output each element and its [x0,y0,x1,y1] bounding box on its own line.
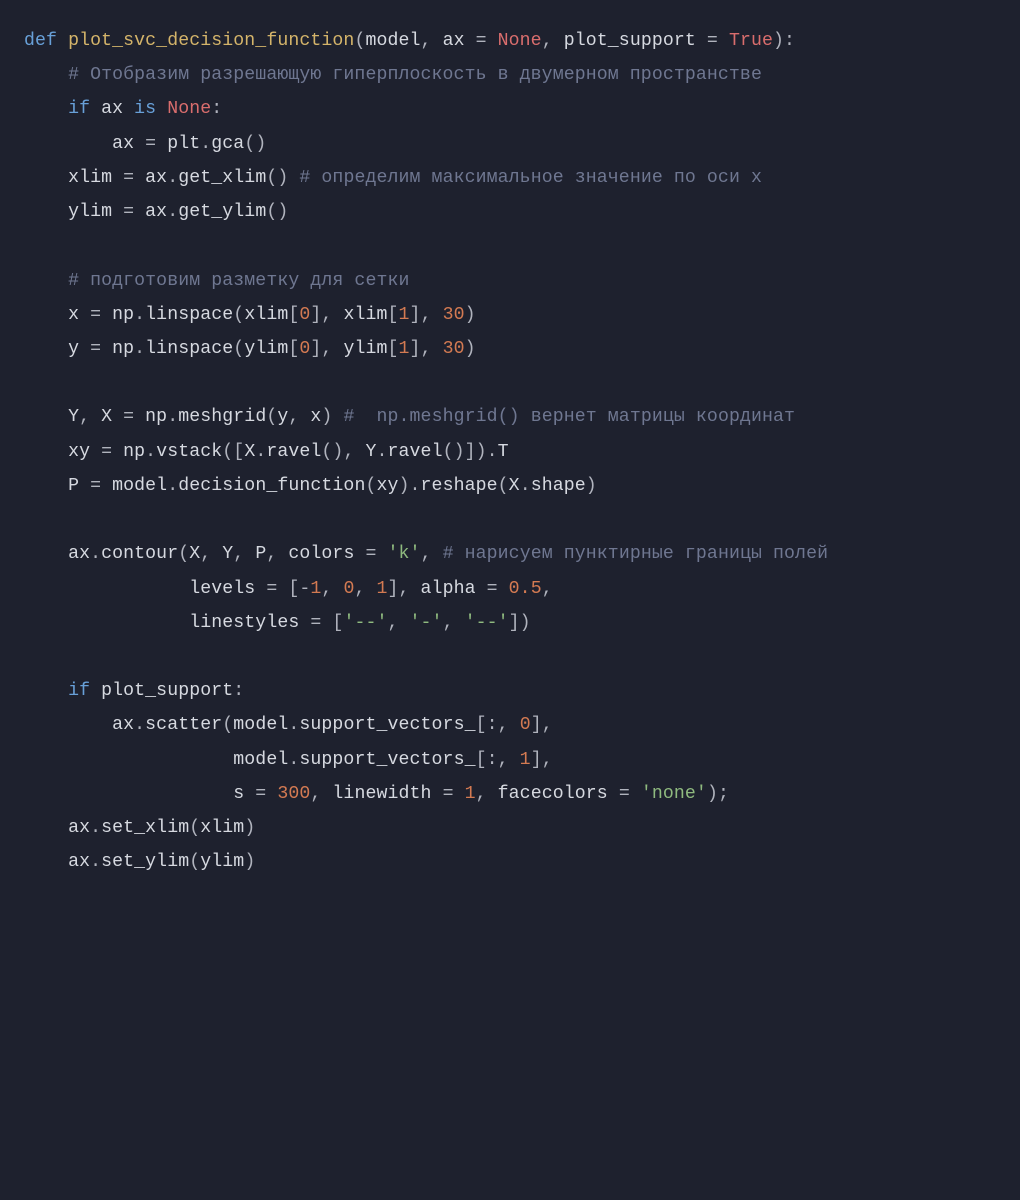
call-set-xlim: set_xlim [101,818,189,838]
call-contour: contour [101,544,178,564]
comment: # Отобразим разрешающую гиперплоскость в… [68,65,762,85]
call-decision-function: decision_function [178,476,365,496]
comment: # нарисуем пунктирные границы полей [443,544,829,564]
fn-name: plot_svc_decision_function [68,31,354,51]
param-ax: ax [443,31,465,51]
call-gca: gca [211,134,244,154]
call-linspace: linspace [145,305,233,325]
call-set-ylim: set_ylim [101,852,189,872]
call-vstack: vstack [156,442,222,462]
call-reshape: reshape [421,476,498,496]
call-scatter: scatter [145,715,222,735]
call-meshgrid: meshgrid [178,407,266,427]
paren: ( [354,31,365,51]
param-plot-support: plot_support [564,31,696,51]
comment: # np.meshgrid() вернет матрицы координат [343,407,795,427]
kw-none: None [498,31,542,51]
param-model: model [365,31,420,51]
code-block: def plot_svc_decision_function(model, ax… [0,0,1020,903]
comment: # определим максимальное значение по оси… [299,168,762,188]
comment: # подготовим разметку для сетки [68,271,409,291]
kw-if: if [68,99,90,119]
call-get-xlim: get_xlim [178,168,266,188]
call-get-ylim: get_ylim [178,202,266,222]
kw-is: is [134,99,156,119]
kw-true: True [729,31,773,51]
kw-def: def [24,31,57,51]
